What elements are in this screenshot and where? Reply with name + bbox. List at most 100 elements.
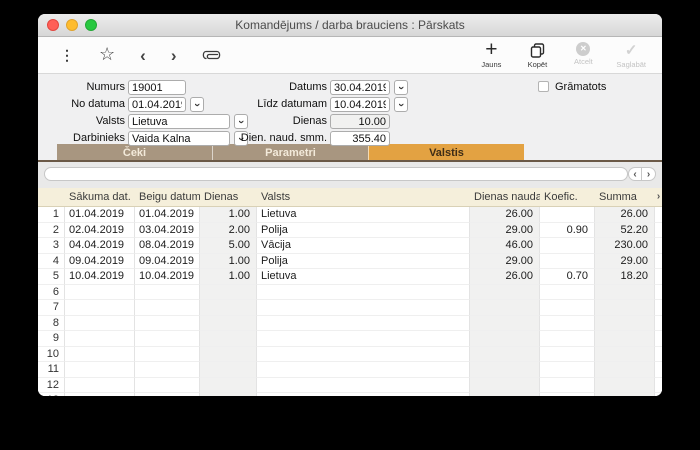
table-cell[interactable] bbox=[200, 377, 257, 393]
table-cell[interactable]: 46.00 bbox=[470, 238, 540, 254]
table-cell[interactable] bbox=[540, 284, 595, 300]
row-number[interactable]: 11 bbox=[38, 362, 65, 378]
copy-button[interactable]: Kopēt bbox=[524, 42, 550, 69]
table-cell[interactable]: 52.20 bbox=[595, 222, 655, 238]
table-cell[interactable]: 0.90 bbox=[540, 222, 595, 238]
table-cell[interactable]: 18.20 bbox=[595, 269, 655, 285]
table-cell[interactable]: 29.00 bbox=[470, 253, 540, 269]
table-cell[interactable] bbox=[200, 393, 257, 396]
row-number[interactable]: 7 bbox=[38, 300, 65, 316]
table-cell[interactable] bbox=[595, 300, 655, 316]
table-cell[interactable] bbox=[135, 300, 200, 316]
previous-record-icon[interactable]: ‹ bbox=[140, 47, 146, 64]
table-cell[interactable]: 01.04.2019 bbox=[135, 207, 200, 223]
table-cell[interactable] bbox=[540, 315, 595, 331]
table-cell[interactable] bbox=[470, 346, 540, 362]
table-cell[interactable]: Polija bbox=[257, 222, 470, 238]
row-number[interactable]: 10 bbox=[38, 346, 65, 362]
no-datuma-input[interactable] bbox=[128, 97, 186, 112]
row-number[interactable]: 1 bbox=[38, 207, 65, 223]
table-cell[interactable] bbox=[257, 284, 470, 300]
table-cell[interactable] bbox=[257, 393, 470, 396]
table-cell[interactable]: 26.00 bbox=[595, 207, 655, 223]
scroll-left-button[interactable]: ‹ bbox=[628, 167, 642, 181]
table-cell[interactable] bbox=[135, 284, 200, 300]
table-cell[interactable] bbox=[65, 393, 135, 396]
table-cell[interactable] bbox=[595, 284, 655, 300]
table-cell[interactable] bbox=[595, 393, 655, 396]
table-cell[interactable] bbox=[540, 346, 595, 362]
table-cell[interactable] bbox=[257, 315, 470, 331]
table-cell[interactable] bbox=[65, 315, 135, 331]
minimize-window-button[interactable] bbox=[66, 19, 78, 31]
table-cell[interactable]: 10.04.2019 bbox=[135, 269, 200, 285]
table-cell[interactable] bbox=[470, 315, 540, 331]
table-cell[interactable] bbox=[540, 300, 595, 316]
table-cell[interactable] bbox=[200, 284, 257, 300]
next-record-icon[interactable]: › bbox=[171, 47, 177, 64]
table-cell[interactable] bbox=[595, 331, 655, 347]
row-number[interactable]: 13 bbox=[38, 393, 65, 396]
table-cell[interactable] bbox=[65, 362, 135, 378]
table-cell[interactable] bbox=[257, 300, 470, 316]
table-cell[interactable] bbox=[65, 300, 135, 316]
new-button[interactable]: + Jauns bbox=[478, 39, 504, 69]
table-cell[interactable]: 29.00 bbox=[470, 222, 540, 238]
table-cell[interactable] bbox=[135, 393, 200, 396]
table-cell[interactable]: 1.00 bbox=[200, 207, 257, 223]
lidz-datumam-input[interactable] bbox=[330, 97, 390, 112]
table-cell[interactable] bbox=[540, 253, 595, 269]
table-cell[interactable]: 2.00 bbox=[200, 222, 257, 238]
row-number[interactable]: 4 bbox=[38, 253, 65, 269]
table-cell[interactable] bbox=[595, 362, 655, 378]
table-cell[interactable] bbox=[257, 362, 470, 378]
scroll-right-button[interactable]: › bbox=[642, 167, 656, 181]
datums-input[interactable] bbox=[330, 80, 390, 95]
tab-čeki[interactable]: Čeki bbox=[57, 144, 212, 160]
table-cell[interactable]: 02.04.2019 bbox=[65, 222, 135, 238]
table-cell[interactable]: 5.00 bbox=[200, 238, 257, 254]
zoom-window-button[interactable] bbox=[85, 19, 97, 31]
close-window-button[interactable] bbox=[47, 19, 59, 31]
table-cell[interactable] bbox=[470, 300, 540, 316]
table-cell[interactable] bbox=[595, 315, 655, 331]
numurs-input[interactable] bbox=[128, 80, 186, 95]
table-cell[interactable]: Lietuva bbox=[257, 207, 470, 223]
table-cell[interactable] bbox=[200, 300, 257, 316]
table-cell[interactable]: Lietuva bbox=[257, 269, 470, 285]
table-cell[interactable]: 1.00 bbox=[200, 269, 257, 285]
table-cell[interactable]: Vācija bbox=[257, 238, 470, 254]
table-cell[interactable] bbox=[540, 393, 595, 396]
table-cell[interactable]: 26.00 bbox=[470, 207, 540, 223]
table-cell[interactable] bbox=[257, 377, 470, 393]
table-cell[interactable] bbox=[135, 362, 200, 378]
table-cell[interactable] bbox=[540, 238, 595, 254]
table-cell[interactable] bbox=[470, 377, 540, 393]
table-cell[interactable] bbox=[470, 393, 540, 396]
table-cell[interactable] bbox=[135, 377, 200, 393]
table-cell[interactable]: 09.04.2019 bbox=[65, 253, 135, 269]
gramatots-checkbox[interactable] bbox=[538, 81, 549, 92]
table-cell[interactable] bbox=[200, 362, 257, 378]
scrollbar-track[interactable] bbox=[44, 167, 628, 181]
table-cell[interactable]: 1.00 bbox=[200, 253, 257, 269]
tab-parametri[interactable]: Parametri bbox=[212, 144, 368, 160]
attachment-paperclip-icon[interactable] bbox=[201, 48, 223, 62]
table-cell[interactable]: 0.70 bbox=[540, 269, 595, 285]
table-cell[interactable]: 03.04.2019 bbox=[135, 222, 200, 238]
table-cell[interactable]: 09.04.2019 bbox=[135, 253, 200, 269]
table-cell[interactable] bbox=[470, 331, 540, 347]
table-cell[interactable] bbox=[540, 377, 595, 393]
table-cell[interactable] bbox=[540, 362, 595, 378]
table-cell[interactable]: 08.04.2019 bbox=[135, 238, 200, 254]
row-number[interactable]: 6 bbox=[38, 284, 65, 300]
table-cell[interactable] bbox=[257, 331, 470, 347]
table-cell[interactable] bbox=[257, 346, 470, 362]
table-cell[interactable] bbox=[65, 377, 135, 393]
table-cell[interactable] bbox=[200, 315, 257, 331]
table-cell[interactable]: 04.04.2019 bbox=[65, 238, 135, 254]
table-cell[interactable]: 01.04.2019 bbox=[65, 207, 135, 223]
table-cell[interactable] bbox=[65, 284, 135, 300]
datums-dropdown-button[interactable]: › bbox=[394, 80, 408, 95]
table-cell[interactable]: 29.00 bbox=[595, 253, 655, 269]
